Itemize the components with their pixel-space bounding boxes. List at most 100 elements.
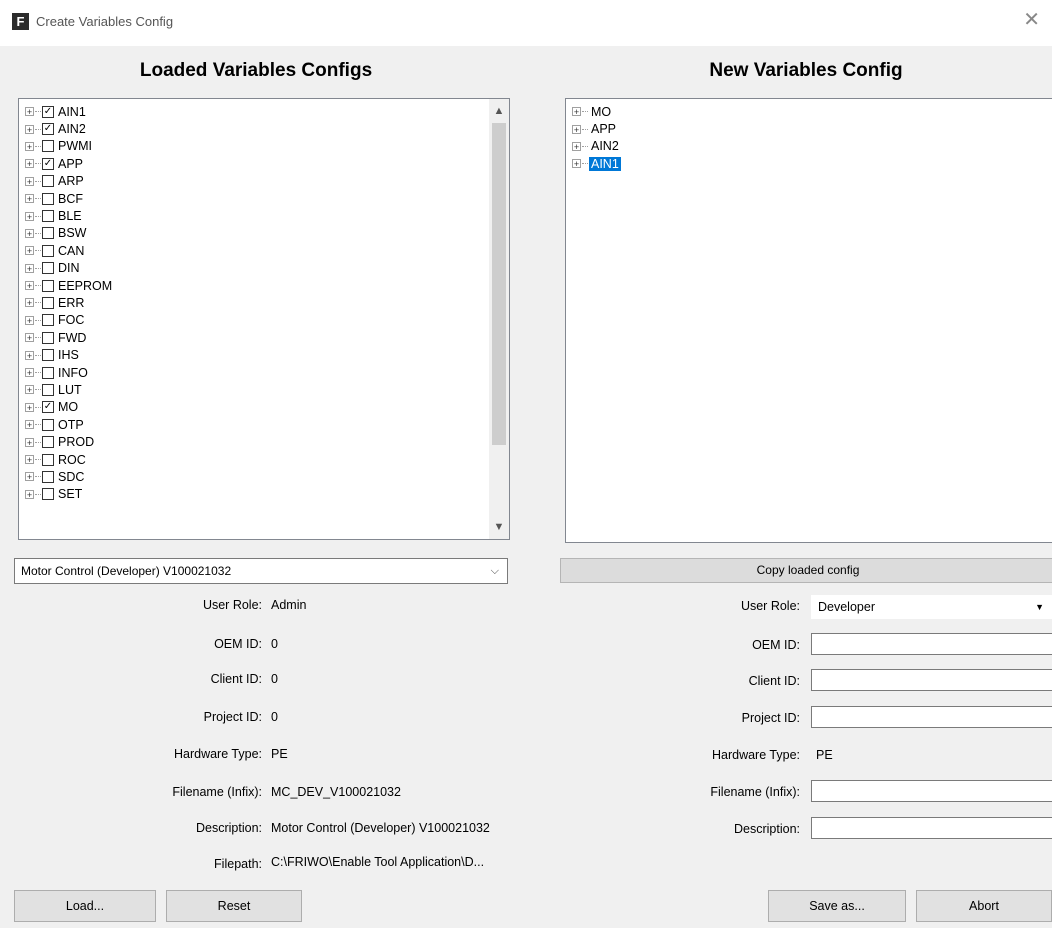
tree-item-checkbox[interactable] [42, 488, 54, 501]
tree-item[interactable]: + SDC [25, 468, 114, 485]
tree-item-checkbox[interactable] [42, 296, 54, 309]
tree-item-checkbox-checked[interactable]: ✓ [42, 157, 54, 170]
tree-item[interactable]: + PWMI [25, 138, 114, 155]
right-project-id-label: Project ID: [741, 711, 800, 725]
expand-plus-icon[interactable]: + [25, 455, 34, 465]
project-id-field[interactable] [811, 706, 1052, 728]
expand-plus-icon[interactable]: + [25, 368, 34, 378]
tree-item[interactable]: + SET [25, 486, 114, 503]
scroll-up-arrow-icon[interactable]: ▲ [489, 101, 509, 121]
tree-item-checkbox[interactable] [42, 227, 54, 240]
tree-item[interactable]: + CAN [25, 242, 114, 259]
scroll-thumb[interactable] [492, 123, 506, 445]
tree-item[interactable]: + ERR [25, 294, 114, 311]
expand-plus-icon[interactable]: + [572, 159, 581, 169]
user-role-select[interactable]: Developer ▼ [811, 595, 1052, 619]
tree-item-checkbox[interactable] [42, 331, 54, 344]
tree-item[interactable]: + IHS [25, 346, 114, 363]
tree-item[interactable]: + AIN2 [572, 138, 621, 155]
tree-item-checkbox[interactable] [42, 314, 54, 327]
tree-item[interactable]: + ROC [25, 451, 114, 468]
scroll-down-arrow-icon[interactable]: ▼ [489, 517, 509, 537]
expand-plus-icon[interactable]: + [25, 298, 34, 308]
expand-plus-icon[interactable]: + [25, 385, 34, 395]
expand-plus-icon[interactable]: + [25, 124, 34, 134]
client-id-field[interactable] [811, 669, 1052, 691]
tree-item[interactable]: + MO [572, 103, 621, 120]
tree-item-checkbox[interactable] [42, 366, 54, 379]
tree-item-checkbox-checked[interactable]: ✓ [42, 401, 54, 414]
tree-item[interactable]: + ✓ AIN1 [25, 103, 114, 120]
expand-plus-icon[interactable]: + [25, 141, 34, 151]
tree-item[interactable]: + APP [572, 120, 621, 137]
expand-plus-icon[interactable]: + [25, 228, 34, 238]
tree-item[interactable]: + ✓ APP [25, 155, 114, 172]
tree-item[interactable]: + BLE [25, 207, 114, 224]
tree-item-checkbox[interactable] [42, 436, 54, 449]
expand-plus-icon[interactable]: + [572, 141, 581, 151]
tree-item[interactable]: + ARP [25, 173, 114, 190]
expand-plus-icon[interactable]: + [25, 420, 34, 430]
expand-plus-icon[interactable]: + [25, 211, 34, 221]
expand-plus-icon[interactable]: + [572, 107, 581, 117]
tree-item-checkbox[interactable] [42, 470, 54, 483]
expand-plus-icon[interactable]: + [25, 472, 34, 482]
expand-plus-icon[interactable]: + [25, 159, 34, 169]
expand-plus-icon[interactable]: + [25, 437, 34, 447]
tree-item-checkbox[interactable] [42, 262, 54, 275]
tree-item[interactable]: + ✓ MO [25, 399, 114, 416]
tree-item[interactable]: + BCF [25, 190, 114, 207]
expand-plus-icon[interactable]: + [25, 194, 34, 204]
oem-id-field[interactable] [811, 633, 1052, 655]
chevron-down-icon: ⌵ [490, 565, 499, 577]
tree-item-checkbox[interactable] [42, 418, 54, 431]
tree-item-checkbox-checked[interactable]: ✓ [42, 123, 54, 136]
close-icon[interactable]: ✕ [1023, 8, 1040, 32]
tree-item[interactable]: + FWD [25, 329, 114, 346]
save-as-button[interactable]: Save as... [768, 890, 906, 922]
tree-item-checkbox[interactable] [42, 140, 54, 153]
description-field[interactable] [811, 817, 1052, 839]
reset-button[interactable]: Reset [166, 890, 302, 922]
tree-item[interactable]: + OTP [25, 416, 114, 433]
tree-item[interactable]: + DIN [25, 260, 114, 277]
tree-item[interactable]: + BSW [25, 225, 114, 242]
expand-plus-icon[interactable]: + [25, 246, 34, 256]
tree-item[interactable]: + LUT [25, 381, 114, 398]
tree-connector [35, 250, 41, 252]
load-button[interactable]: Load... [14, 890, 156, 922]
loaded-configs-tree[interactable]: + ✓ AIN1 + ✓ AIN2 + PWMI + ✓ APP + ARP + BCF + BLE + BSW + C… [18, 98, 510, 540]
tree-item-checkbox[interactable] [42, 279, 54, 292]
copy-loaded-config-button[interactable]: Copy loaded config [560, 558, 1052, 583]
tree-item-checkbox-checked[interactable]: ✓ [42, 105, 54, 118]
new-config-tree[interactable]: + MO + APP + AIN2 + AIN1 [565, 98, 1052, 543]
expand-plus-icon[interactable]: + [25, 489, 34, 499]
expand-plus-icon[interactable]: + [572, 124, 581, 134]
tree-scrollbar[interactable]: ▲ ▼ [489, 99, 509, 539]
tree-item[interactable]: + AIN1 [572, 155, 621, 172]
expand-plus-icon[interactable]: + [25, 315, 34, 325]
expand-plus-icon[interactable]: + [25, 281, 34, 291]
tree-connector [35, 232, 41, 234]
abort-button[interactable]: Abort [916, 890, 1052, 922]
tree-item-checkbox[interactable] [42, 453, 54, 466]
tree-item-checkbox[interactable] [42, 349, 54, 362]
tree-item-checkbox[interactable] [42, 244, 54, 257]
tree-item-checkbox[interactable] [42, 210, 54, 223]
expand-plus-icon[interactable]: + [25, 333, 34, 343]
expand-plus-icon[interactable]: + [25, 402, 34, 412]
expand-plus-icon[interactable]: + [25, 107, 34, 117]
loaded-config-select[interactable]: Motor Control (Developer) V100021032 ⌵ [14, 558, 508, 584]
tree-item[interactable]: + FOC [25, 312, 114, 329]
tree-item[interactable]: + EEPROM [25, 277, 114, 294]
tree-item[interactable]: + INFO [25, 364, 114, 381]
tree-item-checkbox[interactable] [42, 192, 54, 205]
tree-item[interactable]: + ✓ AIN2 [25, 120, 114, 137]
filename-infix-field[interactable] [811, 780, 1052, 802]
tree-item-checkbox[interactable] [42, 383, 54, 396]
tree-item-checkbox[interactable] [42, 175, 54, 188]
tree-item[interactable]: + PROD [25, 433, 114, 450]
expand-plus-icon[interactable]: + [25, 350, 34, 360]
expand-plus-icon[interactable]: + [25, 176, 34, 186]
expand-plus-icon[interactable]: + [25, 263, 34, 273]
